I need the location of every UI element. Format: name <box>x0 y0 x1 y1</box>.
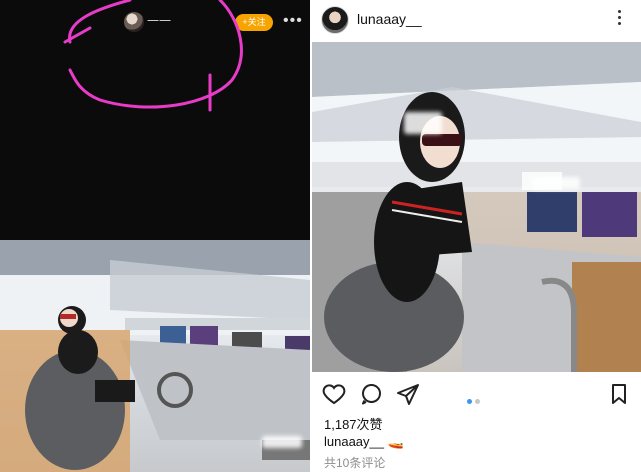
blurred-watermark <box>262 436 302 448</box>
left-feed-post: 一一 +关注 ••• <box>0 0 310 472</box>
caption-emoji: 🚤 <box>387 434 404 449</box>
bookmark-icon[interactable] <box>607 382 631 406</box>
screenshot: 一一 +关注 ••• lunaaay__ 1,187次赞 lunaaay__ 🚤… <box>0 0 641 472</box>
action-bar <box>312 378 641 408</box>
comment-icon[interactable] <box>359 382 383 406</box>
like-count[interactable]: 1,187次赞 <box>324 414 383 433</box>
post-photo[interactable] <box>0 240 310 472</box>
username[interactable]: lunaaay__ <box>357 11 422 27</box>
post-header-area: 一一 +关注 ••• <box>0 0 310 240</box>
blurred-watermark <box>532 177 580 189</box>
share-icon[interactable] <box>396 382 420 406</box>
instagram-post: lunaaay__ 1,187次赞 lunaaay__ 🚤 共10条评论 <box>312 0 641 472</box>
yacht-bridge-photo <box>312 42 641 372</box>
more-icon[interactable]: ••• <box>283 12 303 30</box>
carousel-indicator <box>467 391 487 404</box>
view-comments-link[interactable]: 共10条评论 <box>324 454 385 471</box>
caption: lunaaay__ 🚤 <box>324 434 404 450</box>
heart-icon[interactable] <box>322 382 346 406</box>
more-options-icon[interactable] <box>615 7 623 33</box>
caption-username[interactable]: lunaaay__ <box>324 434 384 449</box>
post-photo[interactable] <box>312 42 641 372</box>
post-header: lunaaay__ <box>312 0 641 42</box>
blurred-watermark <box>404 112 442 134</box>
scribble-annotation <box>63 0 243 112</box>
user-avatar[interactable] <box>321 6 349 34</box>
